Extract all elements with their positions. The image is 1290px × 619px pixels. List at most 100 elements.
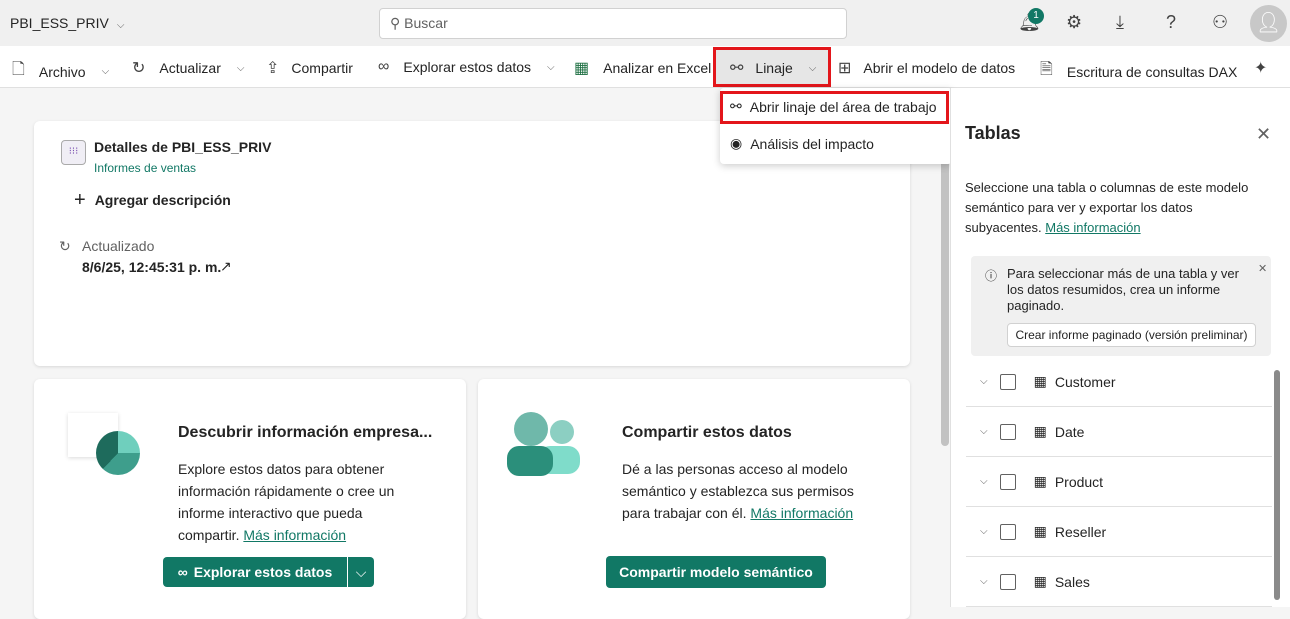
impact-icon: ◉ [730, 135, 743, 151]
avatar[interactable]: 👤︎ [1250, 5, 1287, 42]
share-model-button[interactable]: Compartir modelo semántico [606, 556, 826, 588]
table-icon: ▦ [1033, 423, 1047, 439]
workspace-selector[interactable]: PBI_ESS_PRIV ⌵ [10, 15, 124, 31]
panel-title: Tablas [965, 123, 1021, 143]
menu-item-open-lineage[interactable]: ⚯ Abrir linaje del área de trabajo [730, 98, 937, 115]
archivo-button[interactable]: 🗋 Archivo ⌵ [12, 58, 109, 85]
table-checkbox[interactable] [999, 523, 1016, 540]
binoculars-icon: ∞ [378, 58, 390, 75]
discover-title: Descubrir información empresa... [178, 424, 433, 441]
main-scrollbar[interactable] [941, 160, 949, 446]
table-checkbox[interactable] [999, 473, 1016, 490]
create-paginated-report-button[interactable]: Crear informe paginado (versión prelimin… [1007, 323, 1256, 347]
info-text: Para seleccionar más de una tabla y ver … [1007, 266, 1239, 313]
people-illustration-4 [507, 446, 553, 476]
download-icon[interactable]: ⤓ [1116, 12, 1124, 33]
share-icon: ⇪ [266, 60, 280, 77]
compartir-label: Compartir [291, 60, 353, 76]
dax-icon: 🗎 [1040, 61, 1053, 78]
dax-button[interactable]: 🗎 Escritura de consultas DAX [1040, 58, 1237, 85]
add-description-label: Agregar descripción [94, 192, 231, 208]
pie-illustration [96, 431, 140, 475]
share-more-link[interactable]: Más información [750, 505, 853, 521]
table-name: Reseller [1054, 523, 1107, 540]
dax-label: Escritura de consultas DAX [1066, 63, 1238, 80]
table-row[interactable]: ⌵ ▦ Product [966, 457, 1272, 507]
chevron-down-icon[interactable]: ⌵ [980, 476, 988, 487]
table-row[interactable]: ⌵ ▦ Date [966, 407, 1272, 457]
panel-more-link[interactable]: Más información [1045, 220, 1140, 235]
actualizar-label: Actualizar [159, 60, 221, 76]
panel-description: Seleccione una tabla o columnas de este … [965, 178, 1265, 238]
modelo-button[interactable]: ⊞ Abrir el modelo de datos [838, 58, 1015, 78]
excel-button[interactable]: ▦ Analizar en Excel [574, 58, 711, 78]
binoculars-icon: ∞ [177, 564, 188, 580]
table-checkbox[interactable] [999, 573, 1016, 590]
table-name: Customer [1054, 373, 1116, 390]
table-name: Sales [1054, 573, 1090, 590]
table-icon: ▦ [1033, 473, 1047, 489]
compartir-button[interactable]: ⇪ Compartir [266, 58, 353, 78]
updated-label: Actualizado [82, 238, 155, 254]
explore-data-button[interactable]: ∞ Explorar estos datos [163, 557, 347, 587]
explore-dropdown-button[interactable]: ⌵ [348, 557, 374, 587]
table-name: Product [1054, 473, 1104, 490]
table-row[interactable]: ⌵ ▦ Customer [966, 357, 1272, 407]
help-icon[interactable]: ? [1166, 12, 1176, 33]
chevron-down-icon[interactable]: ⌵ [980, 426, 988, 437]
chevron-down-icon: ⌵ [547, 61, 555, 73]
copilot-button[interactable]: ✦ [1254, 58, 1267, 78]
close-icon[interactable]: ✕ [1258, 262, 1267, 275]
menu-item-impact-analysis[interactable]: ◉ Análisis del impacto [730, 135, 874, 152]
chevron-down-icon: ⌵ [116, 20, 125, 31]
table-row[interactable]: ⌵ ▦ Reseller [966, 507, 1272, 557]
menu-item-label: Análisis del impacto [750, 135, 874, 152]
explore-data-label: Explorar estos datos [193, 564, 333, 580]
panel-scrollbar[interactable] [1274, 370, 1280, 600]
chevron-down-icon[interactable]: ⌵ [980, 576, 988, 587]
table-name: Date [1054, 423, 1085, 440]
chevron-down-icon: ⌵ [236, 62, 245, 74]
info-icon: ⓘ [985, 269, 998, 283]
table-row[interactable]: ⌵ ▦ Sales [966, 557, 1272, 607]
explorar-button[interactable]: ∞ Explorar estos datos ⌵ [378, 58, 555, 76]
archivo-label: Archivo [38, 63, 86, 80]
details-subtitle[interactable]: Informes de ventas [94, 161, 196, 175]
refresh-icon: ↻ [59, 238, 71, 254]
refresh-icon: ↻ [132, 60, 146, 77]
share-body: Dé a las personas acceso al modelo semán… [622, 458, 862, 524]
linaje-label: Linaje [755, 60, 793, 76]
chevron-down-icon[interactable]: ⌵ [980, 526, 988, 537]
linaje-button[interactable]: ⚯ Linaje ⌵ [730, 58, 816, 78]
table-checkbox[interactable] [999, 373, 1016, 390]
gear-icon[interactable]: ⚙ [1066, 12, 1082, 33]
people-illustration [514, 412, 548, 446]
linaje-menu: ⚯ Abrir linaje del área de trabajo ◉ Análi… [720, 88, 952, 164]
file-icon: 🗋 [12, 61, 25, 78]
table-checkbox[interactable] [999, 423, 1016, 440]
explorar-label: Explorar estos datos [403, 59, 532, 75]
table-icon: ▦ [1033, 523, 1047, 539]
chevron-down-icon[interactable]: ⌵ [980, 376, 988, 387]
notification-badge: 1 [1028, 8, 1044, 24]
search-icon: ⚲ [390, 15, 401, 31]
feedback-icon[interactable]: ⚇ [1212, 12, 1228, 33]
menu-item-label: Abrir linaje del área de trabajo [749, 98, 937, 115]
actualizar-button[interactable]: ↻ Actualizar ⌵ [132, 58, 244, 78]
lineage-icon: ⚯ [730, 60, 744, 77]
people-illustration-2 [550, 420, 574, 444]
data-model-icon: ⊞ [838, 60, 852, 77]
workspace-name: PBI_ESS_PRIV [10, 15, 109, 31]
plus-icon: + [74, 189, 86, 211]
table-icon: ▦ [1033, 373, 1047, 389]
discover-more-link[interactable]: Más información [243, 527, 346, 543]
add-description-button[interactable]: + Agregar descripción [74, 189, 231, 211]
lineage-icon: ⚯ [730, 98, 742, 114]
close-icon[interactable]: ✕ [1256, 124, 1271, 145]
chevron-down-icon: ⌵ [808, 62, 817, 74]
search-placeholder: Buscar [404, 15, 448, 31]
details-title: Detalles de PBI_ESS_PRIV [94, 139, 272, 155]
search-input[interactable]: ⚲ Buscar [379, 8, 847, 39]
open-external-icon[interactable]: ↗ [220, 258, 232, 275]
discover-body: Explore estos datos para obtener informa… [178, 458, 418, 546]
